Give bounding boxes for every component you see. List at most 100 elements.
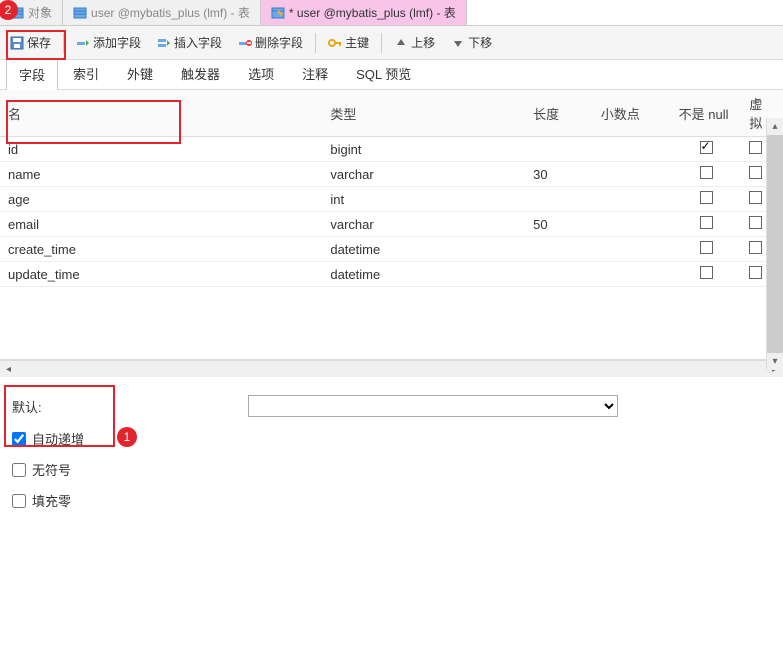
scroll-left-icon[interactable]: ◂ — [0, 361, 17, 377]
checkbox-icon[interactable] — [700, 266, 713, 279]
col-header-type[interactable]: 类型 — [322, 90, 525, 137]
primary-key-button[interactable]: 主键 — [322, 31, 375, 54]
separator — [381, 33, 382, 53]
auto-increment-input[interactable] — [12, 432, 26, 446]
fields-grid[interactable]: 名 类型 长度 小数点 不是 null 虚拟 idbigintnamevarch… — [0, 90, 783, 287]
cell-length[interactable] — [525, 237, 593, 262]
table-row[interactable]: idbigint — [0, 137, 783, 162]
tab-user-table[interactable]: user @mybatis_plus (lmf) - 表 — [63, 0, 261, 25]
cell-name[interactable]: age — [0, 187, 322, 212]
cell-decimals[interactable] — [593, 237, 671, 262]
cell-notnull[interactable] — [671, 187, 742, 212]
vertical-scrollbar[interactable]: ▴ ▾ — [766, 118, 783, 370]
scroll-down-icon[interactable]: ▾ — [767, 353, 783, 370]
cell-decimals[interactable] — [593, 162, 671, 187]
scroll-up-icon[interactable]: ▴ — [767, 118, 783, 135]
col-header-decimals[interactable]: 小数点 — [593, 90, 671, 137]
tab-sql-preview[interactable]: SQL 预览 — [343, 57, 424, 89]
delete-field-button[interactable]: 删除字段 — [232, 31, 309, 54]
add-icon — [76, 36, 90, 50]
checkbox-icon[interactable] — [749, 266, 762, 279]
col-header-length[interactable]: 长度 — [525, 90, 593, 137]
table-row[interactable]: ageint — [0, 187, 783, 212]
table-row[interactable]: update_timedatetime — [0, 262, 783, 287]
cell-type[interactable]: bigint — [322, 137, 525, 162]
cell-notnull[interactable] — [671, 262, 742, 287]
cell-type[interactable]: datetime — [322, 237, 525, 262]
cell-type[interactable]: varchar — [322, 162, 525, 187]
auto-increment-label: 自动递增 — [32, 429, 84, 448]
tab-foreign-keys[interactable]: 外键 — [114, 57, 166, 89]
save-icon — [10, 36, 24, 50]
default-select[interactable] — [248, 395, 618, 417]
insert-field-button[interactable]: 插入字段 — [151, 31, 228, 54]
tab-fields[interactable]: 字段 — [6, 58, 58, 90]
separator — [315, 33, 316, 53]
checkbox-icon[interactable] — [749, 216, 762, 229]
cell-decimals[interactable] — [593, 212, 671, 237]
table-row[interactable]: create_timedatetime — [0, 237, 783, 262]
checkbox-icon[interactable] — [749, 241, 762, 254]
move-up-button[interactable]: 上移 — [388, 31, 441, 54]
tab-indexes[interactable]: 索引 — [60, 57, 112, 89]
tab-user-design[interactable]: * user @mybatis_plus (lmf) - 表 — [261, 0, 467, 25]
cell-notnull[interactable] — [671, 162, 742, 187]
cell-name[interactable]: create_time — [0, 237, 322, 262]
cell-type[interactable]: datetime — [322, 262, 525, 287]
tab-options[interactable]: 选项 — [235, 57, 287, 89]
add-field-label: 添加字段 — [93, 34, 141, 51]
col-header-name[interactable]: 名 — [0, 90, 322, 137]
arrow-up-icon — [394, 36, 408, 50]
key-icon — [328, 36, 342, 50]
zerofill-checkbox[interactable]: 填充零 — [12, 491, 771, 510]
cell-length[interactable]: 50 — [525, 212, 593, 237]
cell-notnull[interactable] — [671, 237, 742, 262]
checkbox-icon[interactable] — [700, 241, 713, 254]
horizontal-scrollbar[interactable]: ◂ ▸ — [0, 360, 783, 377]
unsigned-checkbox[interactable]: 无符号 — [12, 460, 771, 479]
cell-notnull[interactable] — [671, 137, 742, 162]
save-label: 保存 — [27, 34, 51, 51]
tab-comment[interactable]: 注释 — [289, 57, 341, 89]
scroll-track[interactable] — [17, 361, 766, 377]
cell-decimals[interactable] — [593, 137, 671, 162]
col-header-notnull[interactable]: 不是 null — [671, 90, 742, 137]
unsigned-input[interactable] — [12, 463, 26, 477]
fields-grid-wrap: 名 类型 长度 小数点 不是 null 虚拟 idbigintnamevarch… — [0, 90, 783, 360]
cell-decimals[interactable] — [593, 187, 671, 212]
tab-label: 对象 — [28, 4, 52, 21]
checkbox-icon[interactable] — [700, 191, 713, 204]
checkbox-icon[interactable] — [700, 141, 713, 154]
cell-name[interactable]: id — [0, 137, 322, 162]
cell-name[interactable]: email — [0, 212, 322, 237]
checkbox-icon[interactable] — [700, 166, 713, 179]
cell-decimals[interactable] — [593, 262, 671, 287]
cell-notnull[interactable] — [671, 212, 742, 237]
primary-key-label: 主键 — [345, 34, 369, 51]
save-button[interactable]: 保存 — [4, 31, 57, 54]
cell-length[interactable]: 30 — [525, 162, 593, 187]
cell-type[interactable]: int — [322, 187, 525, 212]
checkbox-icon[interactable] — [749, 191, 762, 204]
cell-type[interactable]: varchar — [322, 212, 525, 237]
move-down-label: 下移 — [468, 34, 492, 51]
cell-name[interactable]: update_time — [0, 262, 322, 287]
delete-icon — [238, 36, 252, 50]
tab-triggers[interactable]: 触发器 — [168, 57, 233, 89]
move-up-label: 上移 — [411, 34, 435, 51]
scroll-thumb[interactable] — [767, 135, 783, 353]
zerofill-input[interactable] — [12, 494, 26, 508]
table-design-icon — [271, 6, 285, 20]
cell-length[interactable] — [525, 262, 593, 287]
cell-name[interactable]: name — [0, 162, 322, 187]
add-field-button[interactable]: 添加字段 — [70, 31, 147, 54]
move-down-button[interactable]: 下移 — [445, 31, 498, 54]
table-row[interactable]: emailvarchar50 — [0, 212, 783, 237]
checkbox-icon[interactable] — [700, 216, 713, 229]
cell-length[interactable] — [525, 137, 593, 162]
table-row[interactable]: namevarchar30 — [0, 162, 783, 187]
tab-empty — [467, 0, 783, 25]
checkbox-icon[interactable] — [749, 141, 762, 154]
cell-length[interactable] — [525, 187, 593, 212]
checkbox-icon[interactable] — [749, 166, 762, 179]
